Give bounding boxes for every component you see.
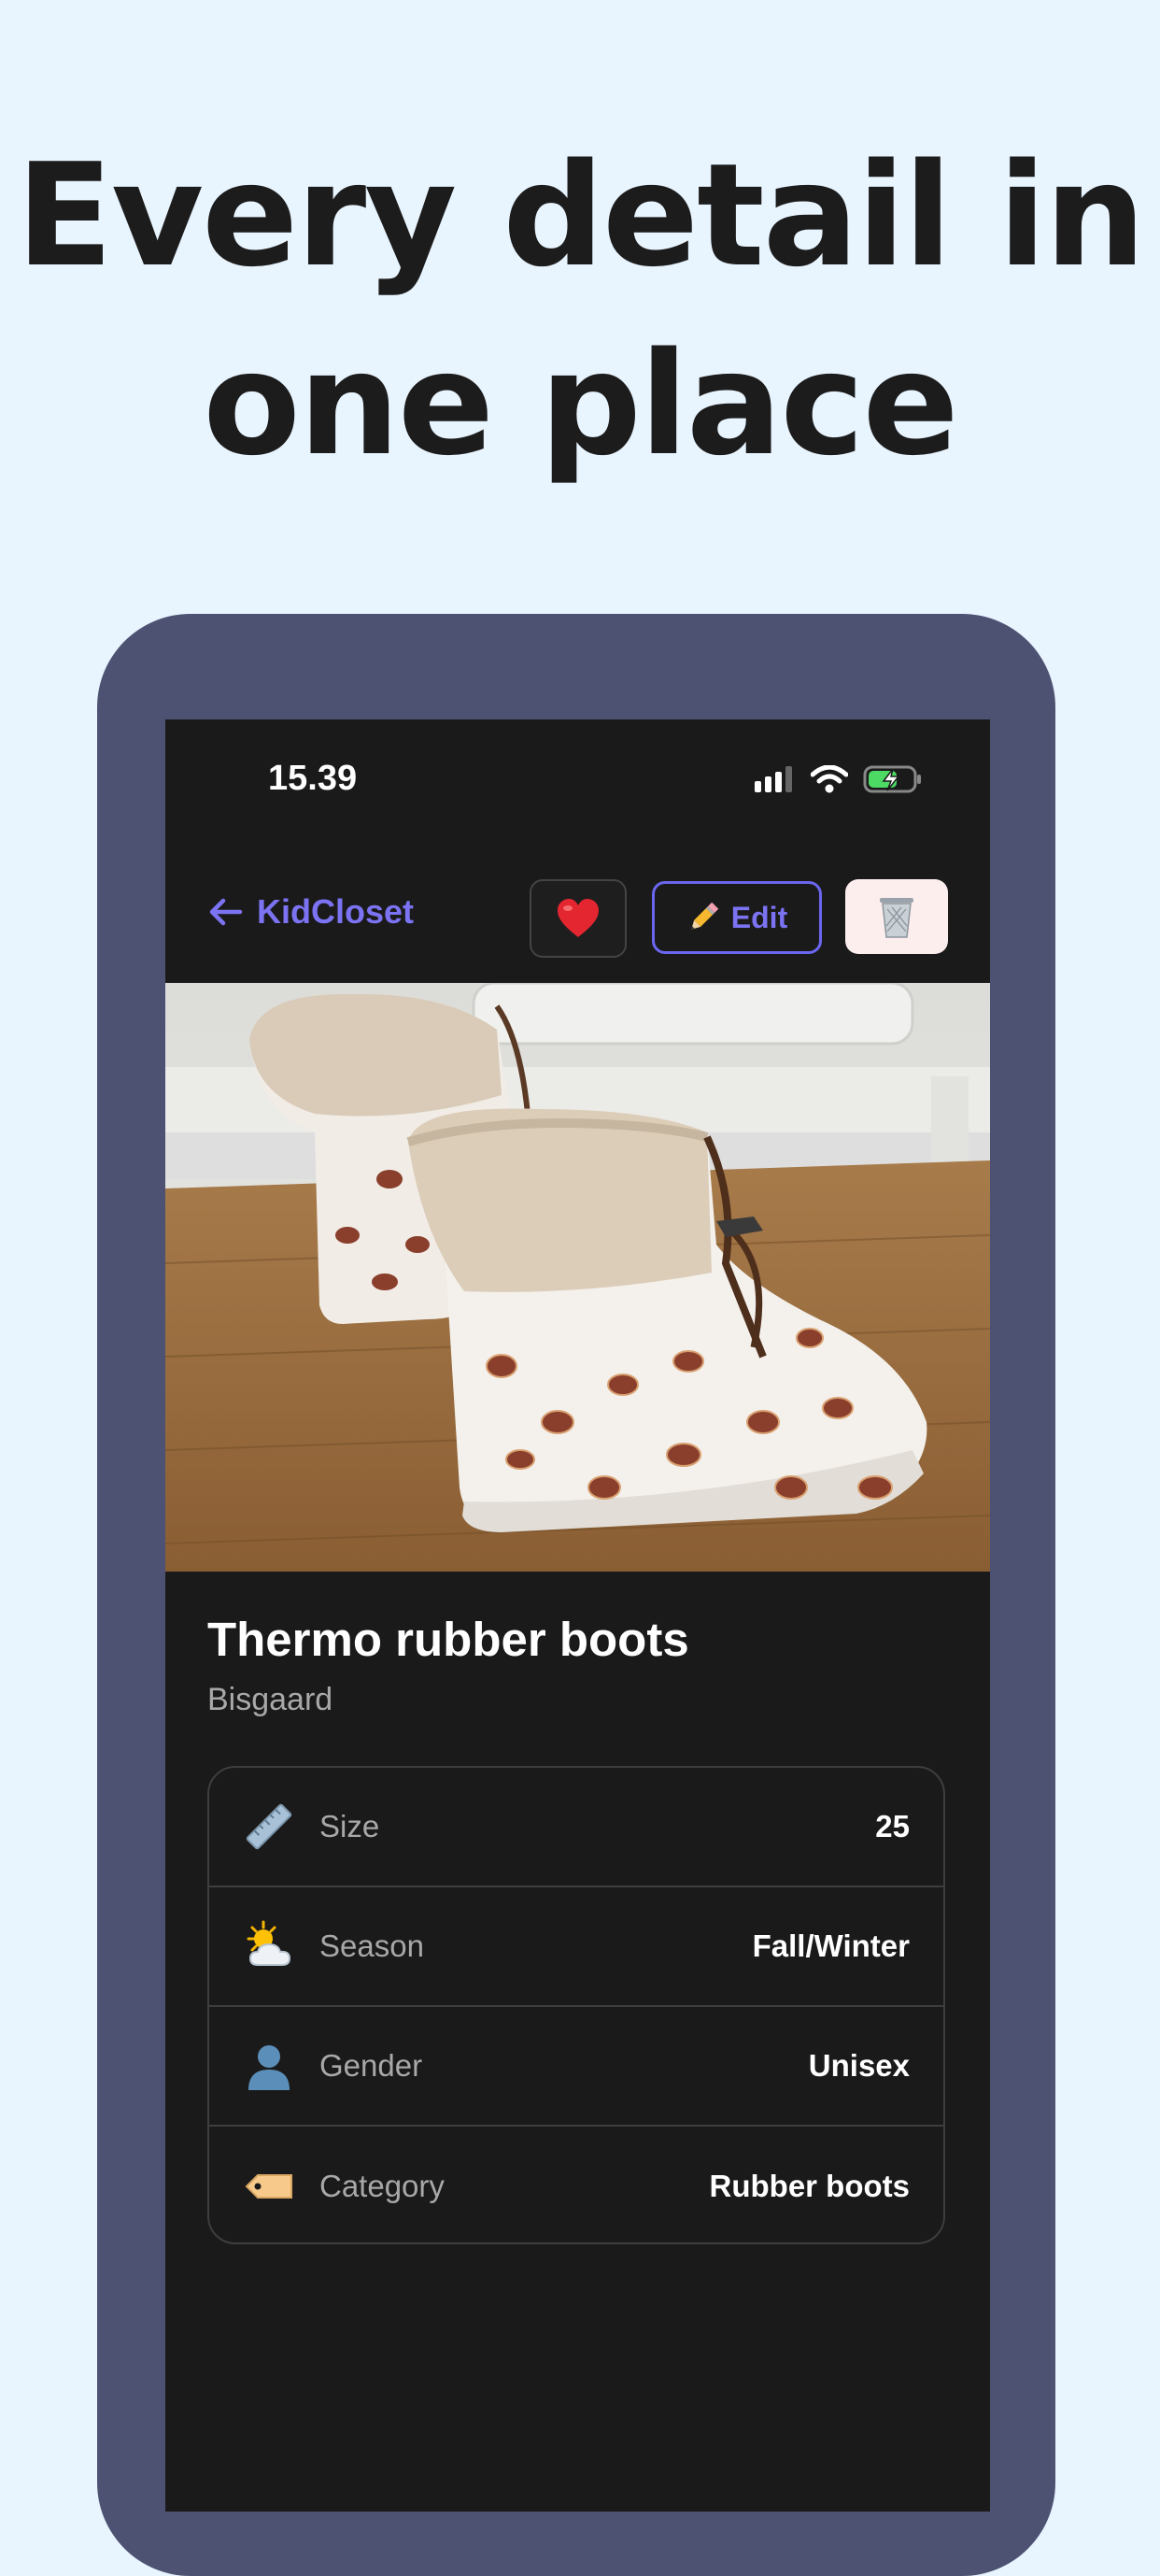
delete-button[interactable]: [845, 879, 948, 954]
detail-value-size: 25: [875, 1809, 910, 1843]
trash-can-icon: [880, 898, 913, 938]
item-photo-image: [165, 983, 990, 1572]
battery-charging-icon: [863, 765, 921, 793]
headline-line-2: one place: [203, 321, 958, 487]
headline: Every detail in one place: [0, 121, 1160, 499]
detail-row-category: Category Rubber boots: [209, 2127, 943, 2242]
item-brand: Bisgaard: [207, 1682, 333, 1717]
detail-value-season: Fall/Winter: [752, 1928, 910, 1963]
person-silhouette-icon: [241, 2038, 297, 2094]
cellular-signal-icon: [755, 766, 792, 792]
pencil-icon: [691, 902, 719, 930]
status-icons: [755, 764, 923, 794]
favorite-button[interactable]: [530, 879, 627, 958]
back-label: KidCloset: [257, 892, 415, 931]
ruler-icon: [241, 1799, 297, 1855]
detail-label-size: Size: [319, 1809, 380, 1843]
edit-button[interactable]: Edit: [652, 881, 822, 954]
status-time: 15.39: [268, 759, 358, 798]
detail-row-size: Size 25: [209, 1768, 943, 1887]
details-card: Size 25 Season Fall/Winter Gender Unisex…: [207, 1766, 945, 2244]
detail-label-gender: Gender: [319, 2048, 423, 2083]
red-heart-icon: [558, 899, 599, 937]
back-button[interactable]: KidCloset: [206, 892, 414, 932]
edit-label: Edit: [730, 900, 788, 934]
detail-row-gender: Gender Unisex: [209, 2007, 943, 2127]
wifi-icon: [811, 765, 848, 793]
detail-label-season: Season: [319, 1928, 424, 1963]
detail-row-season: Season Fall/Winter: [209, 1887, 943, 2007]
detail-value-gender: Unisex: [808, 2048, 910, 2083]
item-title: Thermo rubber boots: [207, 1613, 689, 1666]
nav-bar: KidCloset Edit: [165, 874, 990, 958]
arrow-left-icon: [209, 898, 243, 926]
detail-value-category: Rubber boots: [709, 2169, 910, 2203]
detail-label-category: Category: [319, 2169, 445, 2203]
price-tag-icon: [241, 2158, 297, 2214]
sun-behind-cloud-icon: [241, 1918, 297, 1974]
headline-line-1: Every detail in: [16, 133, 1146, 298]
item-photo: [165, 983, 990, 1572]
app-screen: 15.39 KidCloset Edit Thermo rubber boots…: [165, 719, 990, 2512]
